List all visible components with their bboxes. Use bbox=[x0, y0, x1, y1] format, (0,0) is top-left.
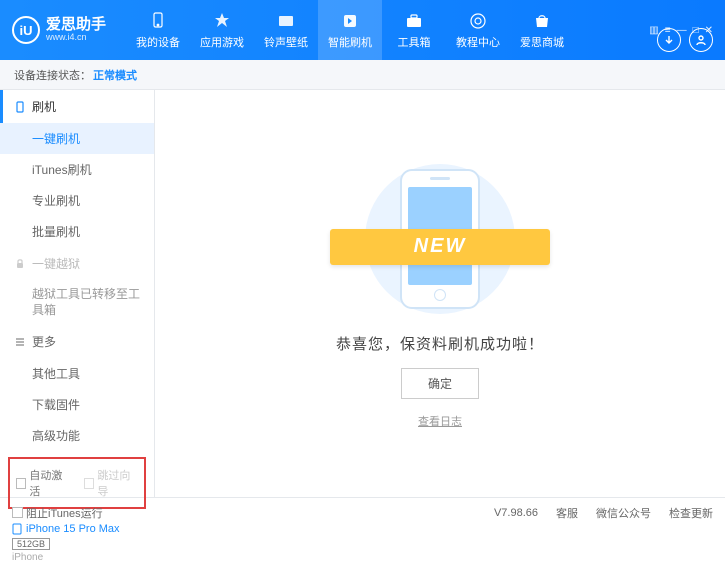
sidebar-jailbreak-note: 越狱工具已转移至工具箱 bbox=[0, 280, 154, 325]
app-url: www.i4.cn bbox=[46, 33, 106, 43]
main-nav: 我的设备 应用游戏 铃声壁纸 智能刷机 工具箱 教程中心 爱思商城 bbox=[126, 0, 649, 60]
phone-icon bbox=[12, 523, 22, 535]
logo-icon: iU bbox=[12, 16, 40, 44]
device-icon bbox=[147, 11, 169, 31]
sidebar-item-advanced[interactable]: 高级功能 bbox=[0, 420, 154, 451]
success-illustration: NEW bbox=[340, 159, 540, 319]
more-icon bbox=[14, 336, 26, 348]
sidebar-item-itunes[interactable]: iTunes刷机 bbox=[0, 154, 154, 185]
user-button[interactable] bbox=[689, 28, 713, 52]
nav-flash[interactable]: 智能刷机 bbox=[318, 0, 382, 60]
status-bar: 设备连接状态： 正常模式 bbox=[0, 60, 725, 90]
download-button[interactable] bbox=[657, 28, 681, 52]
check-skip-guide[interactable]: 跳过向导 bbox=[84, 467, 138, 499]
device-info: iPhone 15 Pro Max 512GB iPhone bbox=[0, 515, 154, 563]
sidebar-group-more[interactable]: 更多 bbox=[0, 325, 154, 358]
checkbox-highlighted-area: 自动激活 跳过向导 bbox=[8, 457, 146, 509]
device-type: iPhone bbox=[12, 552, 142, 563]
main-panel: NEW 恭喜您，保资料刷机成功啦！ 确定 查看日志 bbox=[155, 90, 725, 497]
check-block-itunes[interactable]: 阻止iTunes运行 bbox=[12, 505, 103, 521]
check-auto-activate[interactable]: 自动激活 bbox=[16, 467, 70, 499]
toolbox-icon bbox=[403, 11, 425, 31]
apps-icon bbox=[211, 11, 233, 31]
sidebar-group-jailbreak: 一键越狱 bbox=[0, 247, 154, 280]
nav-shop[interactable]: 爱思商城 bbox=[510, 0, 574, 60]
sidebar-item-othertools[interactable]: 其他工具 bbox=[0, 358, 154, 389]
flash-icon bbox=[339, 11, 361, 31]
footer-support[interactable]: 客服 bbox=[556, 505, 578, 521]
nav-toolbox[interactable]: 工具箱 bbox=[382, 0, 446, 60]
footer-update[interactable]: 检查更新 bbox=[669, 505, 713, 521]
status-value: 正常模式 bbox=[93, 67, 137, 83]
app-logo: iU 爱思助手 www.i4.cn bbox=[12, 16, 106, 44]
success-message: 恭喜您，保资料刷机成功啦！ bbox=[336, 333, 544, 354]
tutorial-icon bbox=[467, 11, 489, 31]
device-name[interactable]: iPhone 15 Pro Max bbox=[12, 523, 142, 535]
nav-my-device[interactable]: 我的设备 bbox=[126, 0, 190, 60]
sidebar-item-batch[interactable]: 批量刷机 bbox=[0, 216, 154, 247]
footer-wechat[interactable]: 微信公众号 bbox=[596, 505, 651, 521]
version-label: V7.98.66 bbox=[494, 507, 538, 519]
new-ribbon: NEW bbox=[330, 229, 550, 265]
shop-icon bbox=[531, 11, 553, 31]
status-label: 设备连接状态： bbox=[14, 67, 91, 83]
flash-group-icon bbox=[14, 101, 26, 113]
sidebar-item-pro[interactable]: 专业刷机 bbox=[0, 185, 154, 216]
ok-button[interactable]: 确定 bbox=[401, 368, 479, 399]
view-log-link[interactable]: 查看日志 bbox=[418, 413, 462, 429]
titlebar: iU 爱思助手 www.i4.cn 我的设备 应用游戏 铃声壁纸 智能刷机 工具… bbox=[0, 0, 725, 60]
ringtone-icon bbox=[275, 11, 297, 31]
nav-tutorials[interactable]: 教程中心 bbox=[446, 0, 510, 60]
nav-apps[interactable]: 应用游戏 bbox=[190, 0, 254, 60]
device-storage: 512GB bbox=[12, 538, 50, 550]
sidebar: 刷机 一键刷机 iTunes刷机 专业刷机 批量刷机 一键越狱 越狱工具已转移至… bbox=[0, 90, 155, 497]
sidebar-group-flash[interactable]: 刷机 bbox=[0, 90, 154, 123]
app-title: 爱思助手 bbox=[46, 17, 106, 34]
nav-ringtones[interactable]: 铃声壁纸 bbox=[254, 0, 318, 60]
lock-icon bbox=[14, 258, 26, 270]
sidebar-item-oneclick[interactable]: 一键刷机 bbox=[0, 123, 154, 154]
sidebar-item-firmware[interactable]: 下载固件 bbox=[0, 389, 154, 420]
